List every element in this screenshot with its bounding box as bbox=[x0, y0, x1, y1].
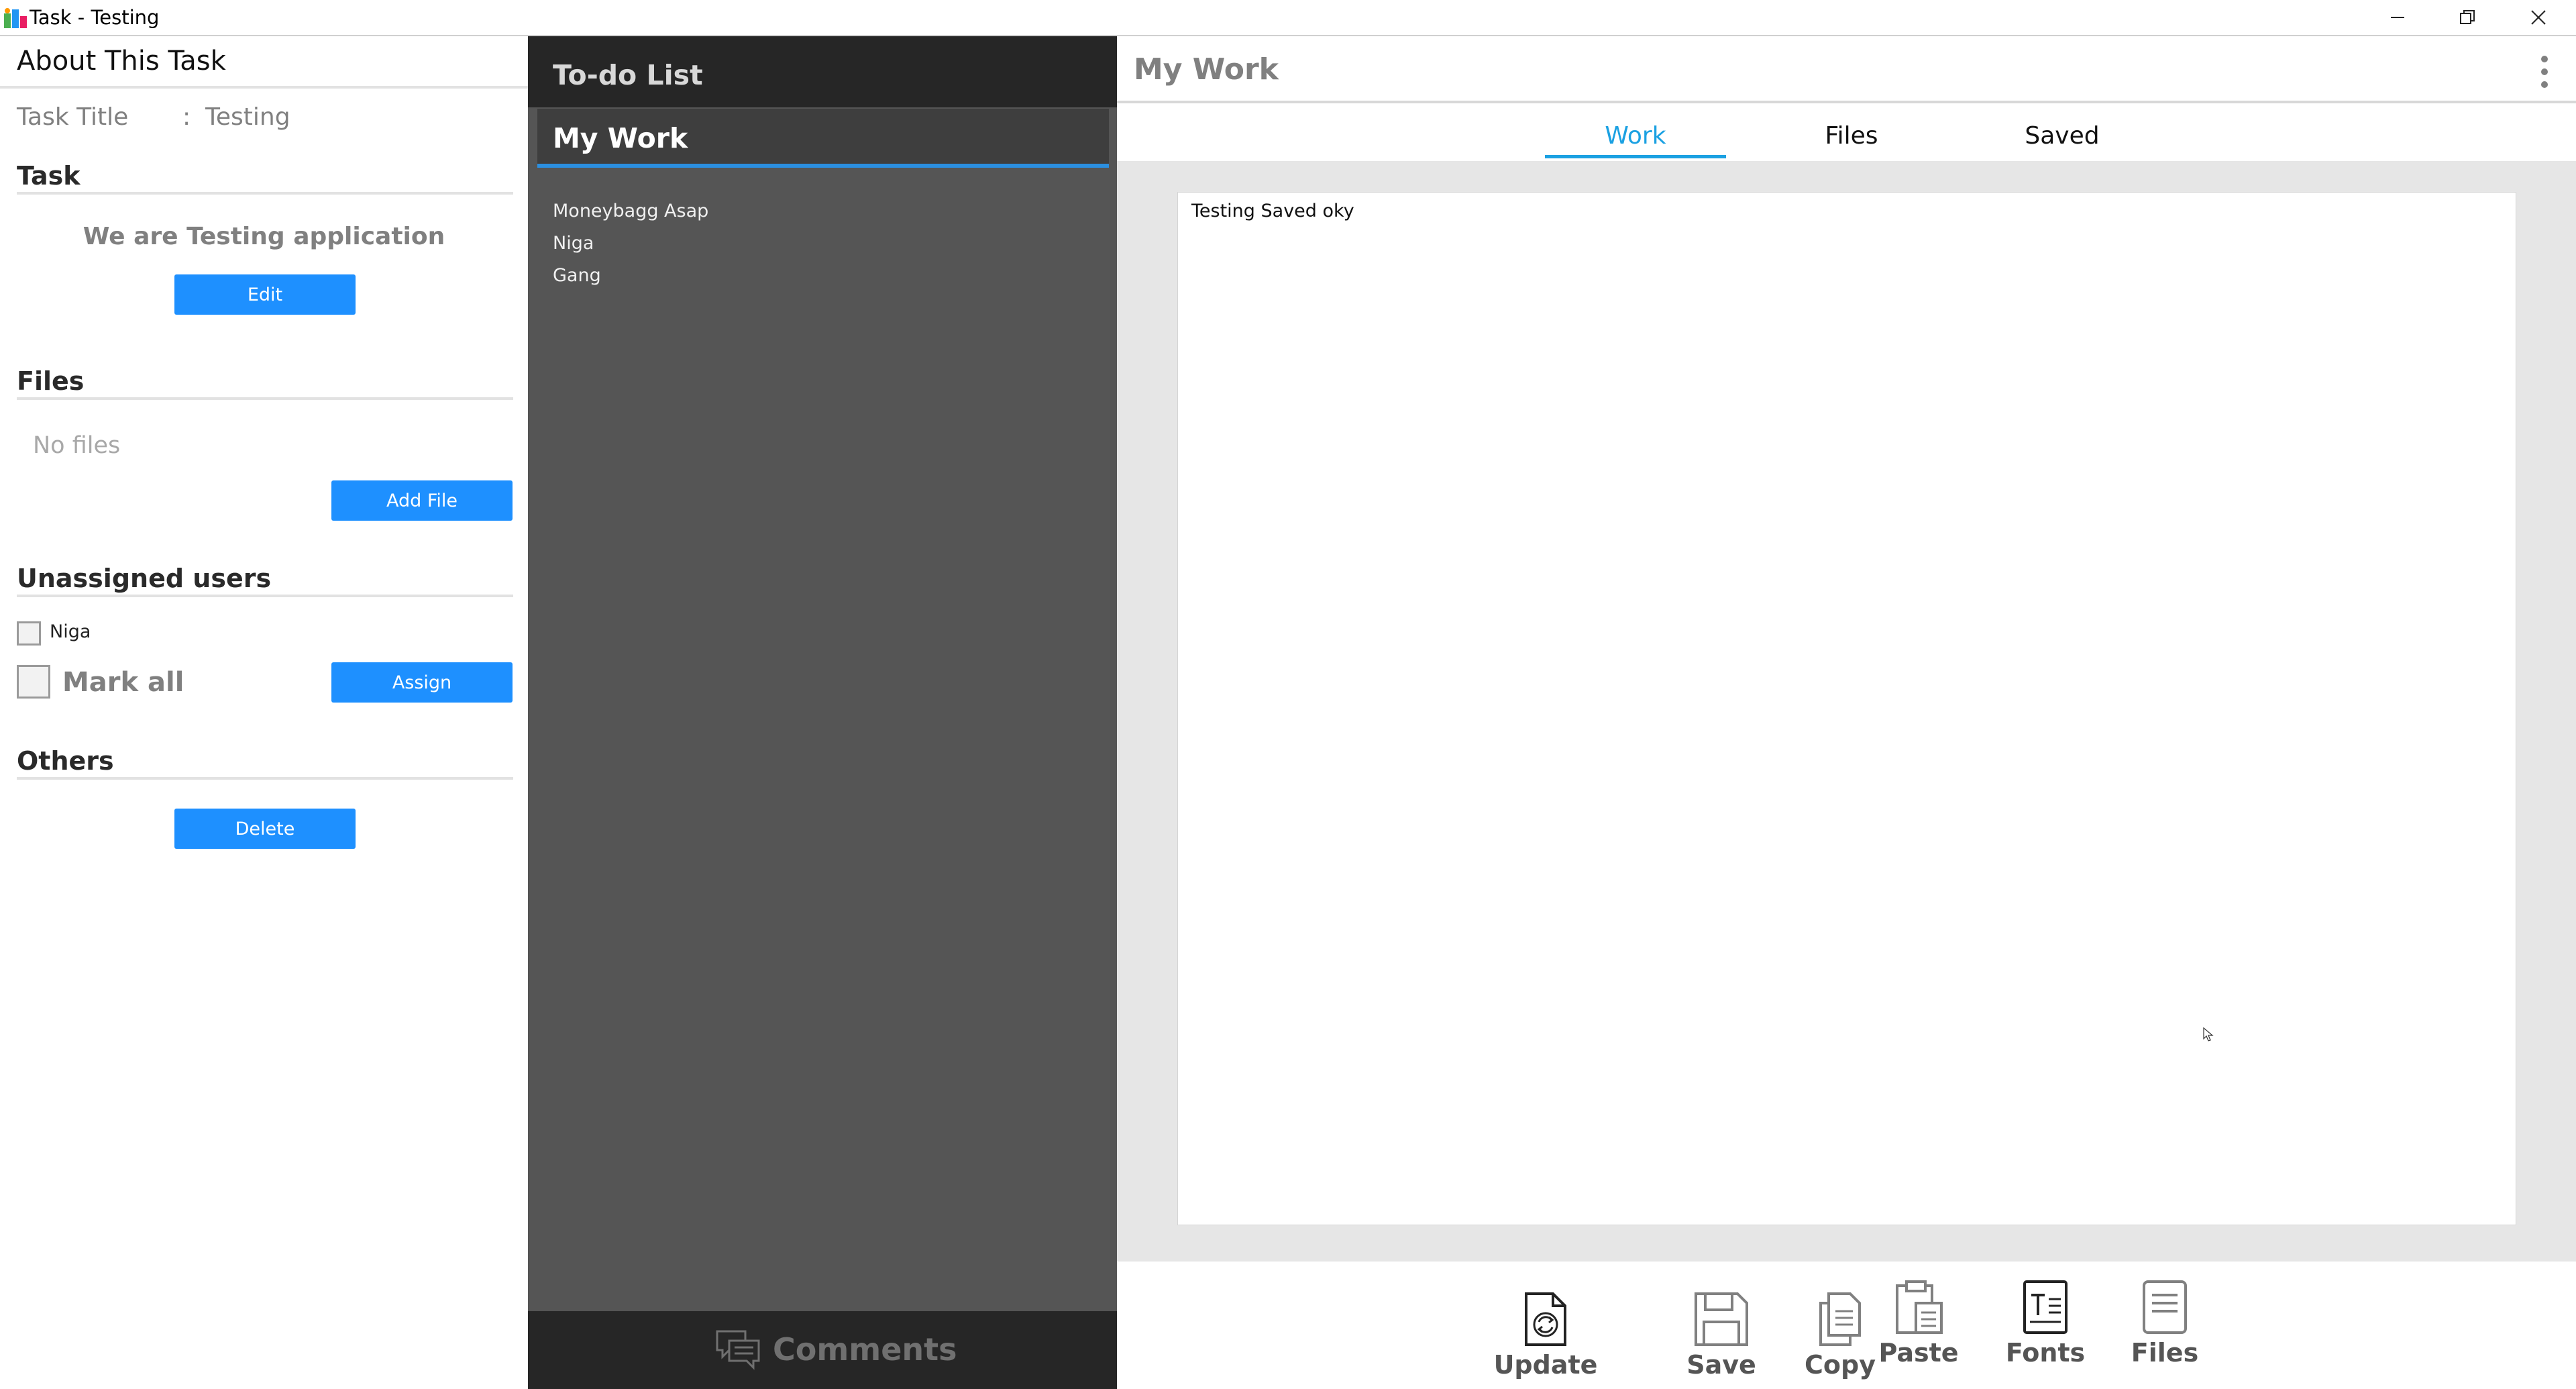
save-icon bbox=[1695, 1292, 1748, 1346]
task-title-label: Task Title bbox=[17, 103, 129, 131]
comments-icon bbox=[716, 1330, 760, 1370]
copy-icon bbox=[1819, 1292, 1861, 1346]
fonts-label: Fonts bbox=[2005, 1338, 2086, 1368]
work-panel: My Work Work Files Saved Testing Saved o… bbox=[1117, 36, 2576, 1389]
fonts-button[interactable]: Fonts bbox=[1998, 1279, 2092, 1368]
delete-button[interactable]: Delete bbox=[174, 809, 356, 849]
about-heading: About This Task bbox=[17, 46, 226, 76]
file-icon bbox=[2143, 1280, 2187, 1334]
tab-files[interactable]: Files bbox=[1761, 122, 1942, 150]
todo-list-item[interactable]: Moneybagg Asap bbox=[553, 201, 708, 221]
paste-label: Paste bbox=[1878, 1338, 1959, 1368]
files-button[interactable]: Files bbox=[2118, 1279, 2212, 1368]
save-button[interactable]: Save bbox=[1674, 1291, 1768, 1380]
save-label: Save bbox=[1686, 1350, 1756, 1380]
work-title: My Work bbox=[1134, 52, 1279, 87]
minimize-icon bbox=[2391, 17, 2404, 18]
paste-icon bbox=[1896, 1280, 1943, 1334]
more-options-icon[interactable] bbox=[2538, 54, 2551, 90]
others-section-heading: Others bbox=[17, 743, 513, 780]
files-label: Files bbox=[2131, 1338, 2199, 1368]
user-checkbox[interactable] bbox=[17, 621, 41, 646]
update-icon bbox=[1525, 1292, 1566, 1346]
todo-heading: To-do List bbox=[553, 59, 703, 91]
tab-saved[interactable]: Saved bbox=[1972, 122, 2153, 150]
todo-list-item[interactable]: Gang bbox=[553, 265, 601, 286]
task-title-value: Testing bbox=[205, 103, 290, 131]
about-header: About This Task bbox=[0, 36, 528, 89]
add-file-button[interactable]: Add File bbox=[331, 480, 513, 521]
editor-toolbar: Update Save Copy bbox=[1117, 1262, 2576, 1389]
comments-label: Comments bbox=[773, 1331, 957, 1368]
update-label: Update bbox=[1493, 1350, 1598, 1380]
app-icon bbox=[4, 8, 27, 28]
window-title: Task - Testing bbox=[30, 6, 160, 29]
comments-button[interactable]: Comments bbox=[528, 1311, 1117, 1389]
window-titlebar: Task - Testing bbox=[0, 0, 2576, 36]
unassigned-users-heading: Unassigned users bbox=[17, 561, 513, 597]
todo-header: To-do List bbox=[528, 36, 1117, 107]
update-button[interactable]: Update bbox=[1494, 1291, 1597, 1380]
close-icon bbox=[2531, 10, 2546, 25]
mouse-cursor-icon bbox=[2203, 1027, 2214, 1041]
restore-icon bbox=[2460, 10, 2475, 24]
close-button[interactable] bbox=[2505, 0, 2572, 35]
task-details-panel: About This Task Task Title : Testing Tas… bbox=[0, 36, 528, 1389]
todo-panel: To-do List My Work Moneybagg Asap Niga G… bbox=[528, 36, 1117, 1389]
editor-text: Testing Saved oky bbox=[1191, 201, 1354, 221]
copy-label: Copy bbox=[1805, 1350, 1876, 1380]
work-header: My Work bbox=[1117, 36, 2576, 103]
paste-button[interactable]: Paste bbox=[1872, 1279, 1966, 1368]
task-title-separator: : bbox=[182, 103, 191, 131]
fonts-icon bbox=[2023, 1280, 2068, 1334]
todo-active-label: My Work bbox=[553, 122, 688, 154]
todo-list-item[interactable]: Niga bbox=[553, 233, 594, 254]
work-editor[interactable]: Testing Saved oky bbox=[1177, 192, 2516, 1225]
task-description: We are Testing application bbox=[83, 223, 445, 250]
no-files-text: No files bbox=[33, 432, 121, 459]
files-section-heading: Files bbox=[17, 364, 513, 400]
todo-item-my-work[interactable]: My Work bbox=[537, 109, 1109, 168]
tab-work[interactable]: Work bbox=[1545, 122, 1726, 158]
restore-button[interactable] bbox=[2434, 0, 2501, 35]
mark-all-checkbox[interactable] bbox=[17, 665, 50, 699]
user-name: Niga bbox=[50, 621, 91, 642]
edit-button[interactable]: Edit bbox=[174, 274, 356, 315]
mark-all-label: Mark all bbox=[62, 667, 184, 698]
minimize-button[interactable] bbox=[2364, 0, 2431, 35]
assign-button[interactable]: Assign bbox=[331, 662, 513, 703]
task-section-heading: Task bbox=[17, 158, 513, 195]
